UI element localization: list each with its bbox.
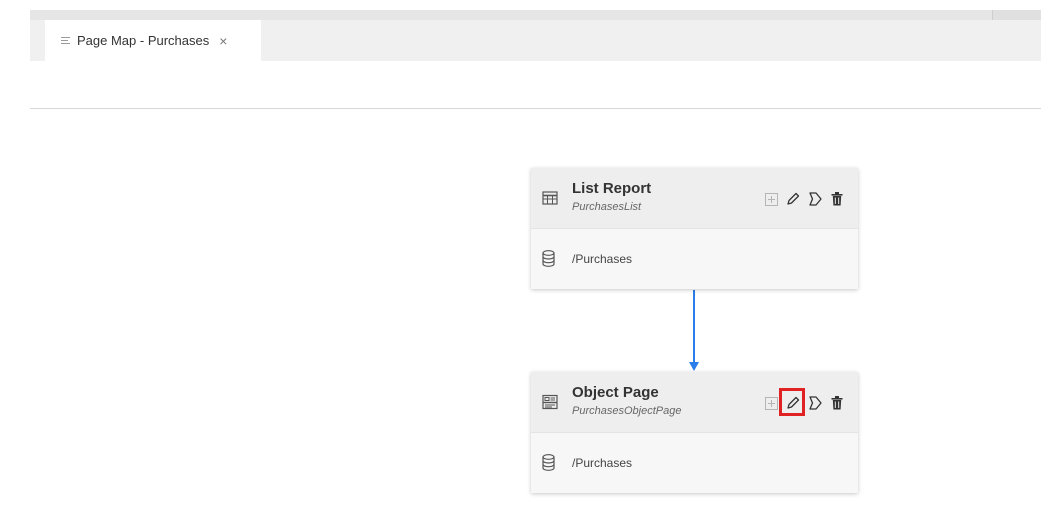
trash-icon: [831, 192, 843, 206]
table-icon: [542, 191, 558, 205]
entity-set-label: /Purchases: [572, 456, 633, 470]
delete-button[interactable]: [826, 190, 848, 208]
page-card-header: Object Page PurchasesObjectPage: [531, 372, 858, 432]
add-icon: [764, 396, 778, 410]
page-id: PurchasesList: [572, 201, 642, 213]
page-card-body: /Purchases: [531, 432, 858, 493]
tag-icon: [809, 192, 822, 206]
edit-button[interactable]: [782, 190, 804, 208]
page-actions: [760, 388, 848, 416]
connector-arrowhead: [689, 362, 699, 371]
page-actions: [760, 190, 848, 208]
tag-button[interactable]: [804, 190, 826, 208]
page-card-body: /Purchases: [531, 228, 858, 289]
navigation-connector: [689, 290, 699, 371]
tag-icon: [809, 396, 822, 410]
add-button[interactable]: [760, 190, 782, 208]
entity-set-label: /Purchases: [572, 252, 633, 266]
object-page-icon: [542, 394, 558, 410]
page-title: List Report: [572, 180, 652, 197]
trash-icon: [831, 396, 843, 410]
delete-button[interactable]: [826, 394, 848, 412]
add-icon: [764, 192, 778, 206]
database-icon: [542, 454, 555, 471]
page-id: PurchasesObjectPage: [572, 405, 682, 417]
page-card-object-page[interactable]: Object Page PurchasesObjectPage /Purchas…: [531, 372, 858, 493]
database-icon: [542, 250, 555, 267]
page-title: Object Page: [572, 384, 659, 401]
page-card-list-report[interactable]: List Report PurchasesList /Purchases: [531, 168, 858, 289]
edit-button-highlight: [779, 388, 805, 416]
page-card-header: List Report PurchasesList: [531, 168, 858, 228]
pencil-icon: [787, 192, 800, 205]
edit-button[interactable]: [779, 388, 805, 416]
tag-button[interactable]: [804, 394, 826, 412]
